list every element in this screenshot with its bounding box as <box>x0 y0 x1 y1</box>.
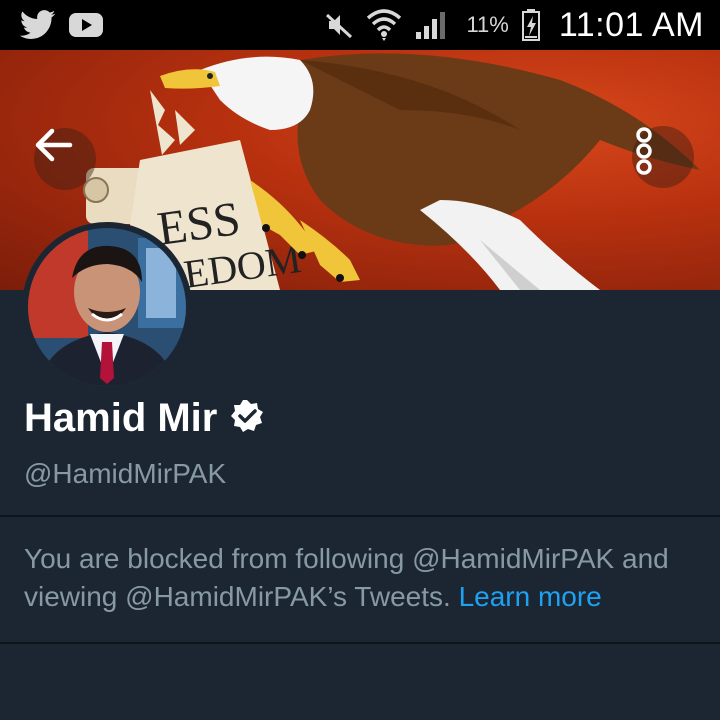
timeline-area <box>0 644 720 720</box>
avatar-image <box>28 228 186 386</box>
profile-handle: @HamidMirPAK <box>24 458 227 489</box>
avatar[interactable] <box>22 222 192 392</box>
youtube-icon <box>68 11 104 39</box>
display-name-row: Hamid Mir <box>24 396 265 441</box>
divider <box>0 515 720 517</box>
display-name: Hamid Mir <box>24 396 218 440</box>
mute-icon <box>324 10 354 40</box>
battery-percent: 11% <box>466 12 509 37</box>
verified-badge-icon <box>229 398 265 439</box>
signal-icon <box>414 10 448 40</box>
twitter-icon <box>20 10 56 40</box>
more-vertical-icon <box>636 127 652 175</box>
arrow-left-icon <box>35 128 73 162</box>
back-button[interactable] <box>34 128 96 190</box>
battery-icon <box>521 8 541 42</box>
learn-more-link[interactable]: Learn more <box>459 581 602 612</box>
status-bar: 11% 11:01 AM <box>0 0 720 50</box>
status-right: 11% 11:01 AM <box>324 6 704 45</box>
more-options-button[interactable] <box>632 126 694 188</box>
wifi-icon <box>366 8 402 42</box>
blocked-notice: You are blocked from following @HamidMir… <box>24 540 704 616</box>
status-left <box>20 10 104 40</box>
clock: 11:01 AM <box>558 5 704 44</box>
